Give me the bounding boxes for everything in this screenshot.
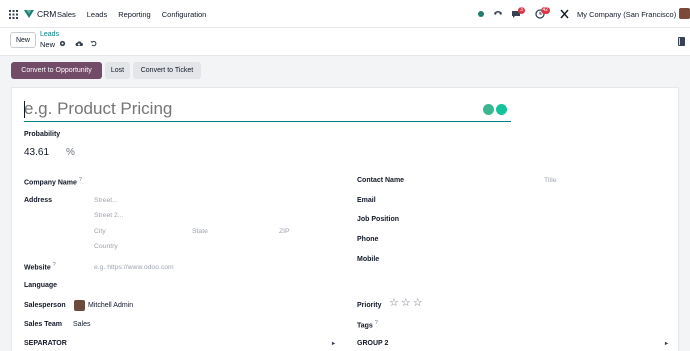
menu-item-reporting[interactable]: Reporting <box>118 10 151 19</box>
probability-input[interactable]: 43.61 <box>24 147 49 158</box>
group2-section[interactable]: GROUP 2 ▸ <box>357 340 668 347</box>
salesperson-avatar <box>74 300 85 311</box>
app-grid-icon[interactable] <box>9 10 18 19</box>
ai-suggestion-icon[interactable] <box>483 104 494 115</box>
sales-team-field[interactable]: Sales <box>73 321 91 328</box>
app-name: CRM <box>37 9 57 19</box>
menu-item-configuration[interactable]: Configuration <box>162 10 207 19</box>
menu-item-sales[interactable]: Sales <box>57 10 76 19</box>
new-button[interactable]: New <box>10 32 36 48</box>
main-menu: Sales Leads Reporting Configuration <box>57 10 217 19</box>
discard-undo-icon[interactable] <box>90 40 97 47</box>
activity-badge: 42 <box>541 7 550 14</box>
help-tooltip-icon[interactable]: ? <box>79 177 82 183</box>
save-cloud-icon[interactable] <box>75 40 83 47</box>
salesperson-label: Salesperson <box>24 302 66 309</box>
top-navbar: CRM Sales Leads Reporting Configuration … <box>0 0 690 28</box>
chatter-book-icon[interactable] <box>678 37 685 46</box>
grammarly-icon[interactable] <box>496 104 507 115</box>
breadcrumb-leads[interactable]: Leads <box>40 31 59 38</box>
separator-section[interactable]: SEPARATOR ▸ <box>24 340 335 347</box>
app-logo[interactable]: CRM <box>24 9 56 19</box>
city-input[interactable]: City <box>94 228 106 235</box>
website-input[interactable]: e.g. https://www.odoo.com <box>94 264 174 271</box>
convert-to-ticket-button[interactable]: Convert to Ticket <box>133 62 201 79</box>
separator-label: SEPARATOR <box>24 340 67 347</box>
website-label-text: Website <box>24 264 51 272</box>
mobile-label: Mobile <box>357 256 380 263</box>
tags-label: Tags ? <box>357 320 378 329</box>
address-label: Address <box>24 197 53 204</box>
menu-item-leads[interactable]: Leads <box>87 10 107 19</box>
company-switcher[interactable]: My Company (San Francisco) <box>577 10 676 19</box>
lead-title-field[interactable] <box>24 98 511 122</box>
lost-button[interactable]: Lost <box>105 62 130 79</box>
user-avatar[interactable] <box>679 8 690 19</box>
language-label: Language <box>24 282 58 289</box>
street2-input[interactable]: Street 2... <box>94 212 123 219</box>
control-panel: New Leads New <box>0 28 690 56</box>
caret-right-icon: ▸ <box>331 341 335 347</box>
salesperson-field[interactable]: Mitchell Admin <box>88 302 133 309</box>
email-label: Email <box>357 197 376 204</box>
phone-label: Phone <box>357 236 379 243</box>
tags-label-text: Tags <box>357 322 373 330</box>
probability-label: Probability <box>24 131 61 138</box>
company-name-label-text: Company Name <box>24 179 77 187</box>
priority-stars: ☆ ☆ ☆ <box>389 298 423 309</box>
website-label: Website ? <box>24 262 56 271</box>
help-tooltip-icon[interactable]: ? <box>375 320 378 326</box>
chat-badge: 3 <box>518 7 525 14</box>
text-caret <box>24 101 25 118</box>
job-position-label: Job Position <box>357 216 399 223</box>
sales-team-label: Sales Team <box>24 321 63 328</box>
phone-icon[interactable] <box>493 9 503 19</box>
street-input[interactable]: Street... <box>94 197 118 204</box>
priority-star-icon[interactable]: ☆ <box>413 298 423 309</box>
caret-right-icon: ▸ <box>664 341 668 347</box>
help-tooltip-icon[interactable]: ? <box>53 262 56 268</box>
crm-logo-icon <box>24 10 34 18</box>
breadcrumb-current: New <box>40 40 56 49</box>
presence-status-dot[interactable] <box>478 11 484 17</box>
priority-star-icon[interactable]: ☆ <box>401 298 411 309</box>
company-name-label: Company Name ? <box>24 177 82 186</box>
country-select[interactable]: Country <box>94 243 118 250</box>
group2-label: GROUP 2 <box>357 340 389 347</box>
probability-unit: % <box>66 147 75 158</box>
gear-icon[interactable] <box>59 40 66 47</box>
contact-name-label: Contact Name <box>357 177 405 184</box>
lead-title-input[interactable] <box>24 99 484 119</box>
contact-title-select[interactable]: Title <box>544 177 557 184</box>
form-sheet: Probability 43.61 % Company Name ? Addre… <box>11 87 679 351</box>
priority-label: Priority <box>357 302 382 309</box>
priority-star-icon[interactable]: ☆ <box>389 298 399 309</box>
convert-to-opportunity-button[interactable]: Convert to Opportunity <box>11 62 102 79</box>
debug-tools-icon[interactable] <box>560 9 569 19</box>
zip-input[interactable]: ZIP <box>279 228 290 235</box>
state-select[interactable]: State <box>192 228 208 235</box>
status-action-bar: Convert to Opportunity Lost Convert to T… <box>0 57 690 85</box>
